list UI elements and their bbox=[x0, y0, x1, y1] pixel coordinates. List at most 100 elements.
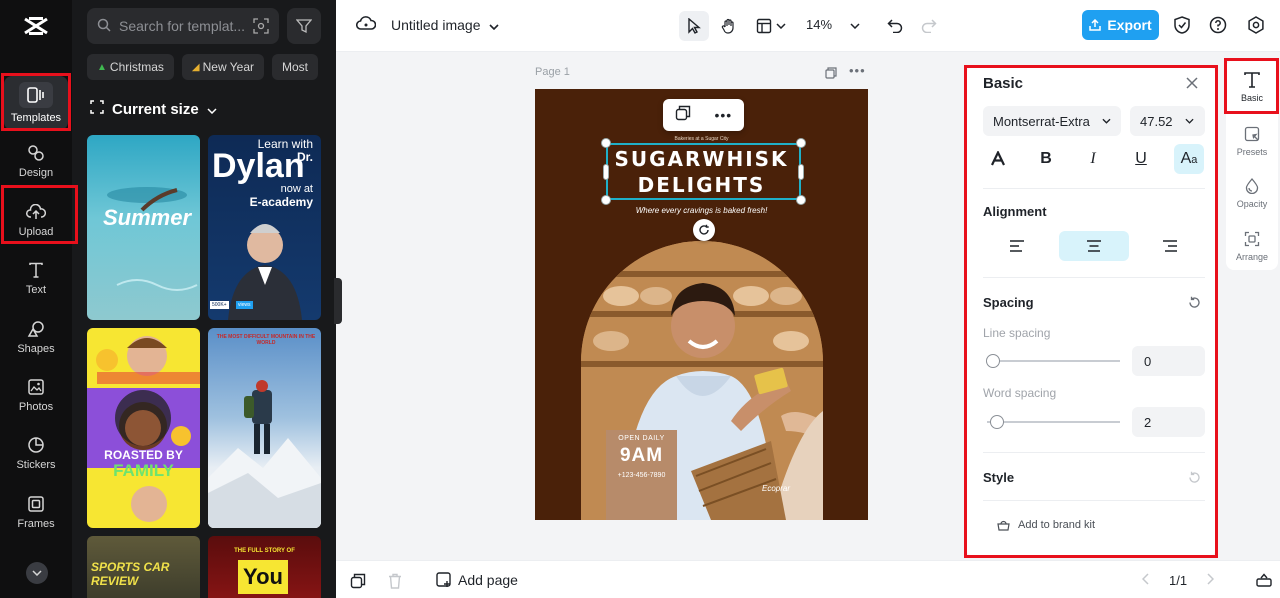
duplicate-page-icon[interactable] bbox=[825, 66, 837, 84]
align-right-button[interactable] bbox=[1135, 231, 1205, 261]
bold-button[interactable]: B bbox=[1031, 144, 1061, 174]
chip-christmas[interactable]: ▲ Christmas bbox=[87, 54, 174, 80]
word-spacing-input[interactable]: 2 bbox=[1132, 407, 1205, 437]
line-spacing-knob[interactable] bbox=[986, 354, 1000, 368]
chip-most[interactable]: Most bbox=[272, 54, 319, 80]
word-spacing-slider[interactable] bbox=[987, 421, 1120, 423]
hand-tool-button[interactable] bbox=[714, 11, 744, 41]
summer-text: Summer bbox=[103, 205, 192, 230]
spacing-label: Spacing bbox=[983, 295, 1034, 310]
resize-handle-tl[interactable] bbox=[601, 138, 611, 148]
tab-arrange[interactable]: Arrange bbox=[1226, 221, 1278, 269]
chevron-down-icon bbox=[1102, 118, 1111, 124]
chevron-down-icon[interactable] bbox=[26, 562, 48, 584]
more-icon[interactable]: ••• bbox=[714, 108, 732, 122]
trash-icon[interactable] bbox=[388, 573, 402, 594]
close-icon[interactable] bbox=[1185, 76, 1199, 95]
reset-icon[interactable] bbox=[1188, 471, 1201, 489]
template-thumb-dylan[interactable]: Learn with Dr. Dylan now at E-academy 50… bbox=[208, 135, 321, 320]
rail-item-upload[interactable]: Upload bbox=[4, 193, 68, 247]
shield-icon[interactable] bbox=[1172, 15, 1192, 35]
poster-tagline[interactable]: Where every cravings is baked fresh! bbox=[535, 206, 868, 215]
word-spacing-knob[interactable] bbox=[990, 415, 1004, 429]
rotate-icon bbox=[699, 224, 709, 235]
tab-opacity[interactable]: Opacity bbox=[1226, 168, 1278, 216]
templates-panel: Search for templat... ▲ Christmas ◢ New Ye… bbox=[72, 0, 336, 598]
cloud-save-icon[interactable] bbox=[355, 15, 377, 36]
expand-pages-icon[interactable] bbox=[1256, 573, 1272, 592]
zoom-level[interactable]: 14% bbox=[806, 17, 832, 32]
brand-kit-icon bbox=[997, 520, 1010, 531]
panel-collapse-handle[interactable] bbox=[334, 278, 342, 324]
resize-handle-bl[interactable] bbox=[601, 195, 611, 205]
template-thumb-sports-car[interactable]: SPORTS CAR REVIEW bbox=[87, 536, 200, 598]
zoom-dropdown-button[interactable] bbox=[844, 11, 866, 41]
templates-icon bbox=[19, 82, 53, 108]
font-size-select[interactable]: 47.52 bbox=[1130, 106, 1205, 136]
search-placeholder: Search for templat... bbox=[119, 18, 246, 34]
rail-item-label: Text bbox=[25, 284, 47, 296]
document-title-dropdown[interactable]: Untitled image bbox=[391, 17, 499, 33]
undo-button[interactable] bbox=[884, 11, 906, 41]
tab-presets[interactable]: Presets bbox=[1226, 116, 1278, 164]
template-thumb-summer[interactable]: Summer bbox=[87, 135, 200, 320]
filter-button[interactable] bbox=[287, 8, 321, 44]
resize-handle-right[interactable] bbox=[798, 164, 804, 180]
align-left-button[interactable] bbox=[982, 231, 1052, 261]
more-icon[interactable]: ••• bbox=[849, 64, 866, 84]
text-effects-button[interactable] bbox=[983, 144, 1013, 174]
rail-item-text[interactable]: Text bbox=[4, 251, 68, 305]
rail-item-design[interactable]: Design bbox=[4, 134, 68, 188]
chevron-left-icon[interactable] bbox=[1141, 573, 1149, 588]
capcut-logo-icon[interactable] bbox=[22, 12, 50, 40]
redo-button[interactable] bbox=[918, 11, 940, 41]
align-center-button[interactable] bbox=[1059, 231, 1129, 261]
resize-handle-left[interactable] bbox=[603, 164, 609, 180]
template-thumb-roasted[interactable]: ROASTED BY FAMILY bbox=[87, 328, 200, 528]
rail-item-stickers[interactable]: Stickers bbox=[4, 426, 68, 480]
italic-button[interactable]: I bbox=[1078, 144, 1108, 174]
add-to-brand-kit-button[interactable]: Add to brand kit bbox=[997, 519, 1095, 531]
resize-handle-tr[interactable] bbox=[796, 138, 806, 148]
text-case-button[interactable]: Aa bbox=[1174, 144, 1204, 174]
rotate-handle[interactable] bbox=[693, 219, 715, 241]
fullstory-text: THE FULL STORY OF bbox=[234, 548, 295, 554]
tab-label: Opacity bbox=[1236, 198, 1268, 209]
template-thumb-mountain[interactable]: THE MOST DIFFICULT MOUNTAIN IN THE WORLD bbox=[208, 328, 321, 528]
settings-icon[interactable] bbox=[1246, 15, 1266, 35]
tab-basic[interactable]: Basic bbox=[1226, 62, 1278, 110]
floating-element-toolbar: ••• bbox=[663, 99, 744, 131]
line-spacing-input[interactable]: 0 bbox=[1132, 346, 1205, 376]
opening-hours-box[interactable]: OPEN DAILY 9AM +123-456-7890 bbox=[606, 430, 677, 520]
rail-item-frames[interactable]: Frames bbox=[4, 485, 68, 539]
sports-text: SPORTS CAR REVIEW bbox=[91, 560, 170, 588]
duplicate-page-icon[interactable] bbox=[350, 573, 366, 594]
template-thumb-full-story[interactable]: THE FULL STORY OF You bbox=[208, 536, 321, 598]
export-button[interactable]: Export bbox=[1082, 10, 1159, 40]
chevron-right-icon[interactable] bbox=[1207, 573, 1215, 588]
reset-icon[interactable] bbox=[1188, 296, 1201, 314]
chip-new-year[interactable]: ◢ New Year bbox=[181, 54, 264, 80]
underline-button[interactable]: U bbox=[1126, 144, 1156, 174]
select-tool-button[interactable] bbox=[679, 11, 709, 41]
chevron-down-icon bbox=[207, 101, 217, 118]
current-size-dropdown[interactable]: Current size bbox=[90, 100, 217, 118]
rail-item-templates[interactable]: Templates bbox=[4, 76, 68, 130]
resize-icon bbox=[90, 100, 104, 118]
roasted-text: ROASTED BY bbox=[104, 448, 183, 462]
shapes-icon bbox=[26, 319, 46, 339]
font-family-select[interactable]: Montserrat-Extra bbox=[983, 106, 1121, 136]
rail-item-photos[interactable]: Photos bbox=[4, 368, 68, 422]
text-properties-panel: Basic Montserrat-Extra 47.52 B I U Aa Al… bbox=[967, 68, 1215, 555]
layout-dropdown-button[interactable] bbox=[750, 11, 792, 41]
add-page-button[interactable]: Add page bbox=[436, 572, 518, 588]
duplicate-icon[interactable] bbox=[675, 105, 691, 126]
left-nav-rail: Templates Design Upload Text Shapes Phot… bbox=[0, 0, 72, 598]
line-spacing-slider[interactable] bbox=[987, 360, 1120, 362]
template-search-input[interactable]: Search for templat... bbox=[87, 8, 279, 44]
image-search-icon[interactable] bbox=[251, 16, 271, 36]
resize-handle-br[interactable] bbox=[796, 195, 806, 205]
help-icon[interactable] bbox=[1208, 15, 1228, 35]
rail-item-shapes[interactable]: Shapes bbox=[4, 310, 68, 364]
text-selection-box[interactable] bbox=[606, 143, 801, 200]
